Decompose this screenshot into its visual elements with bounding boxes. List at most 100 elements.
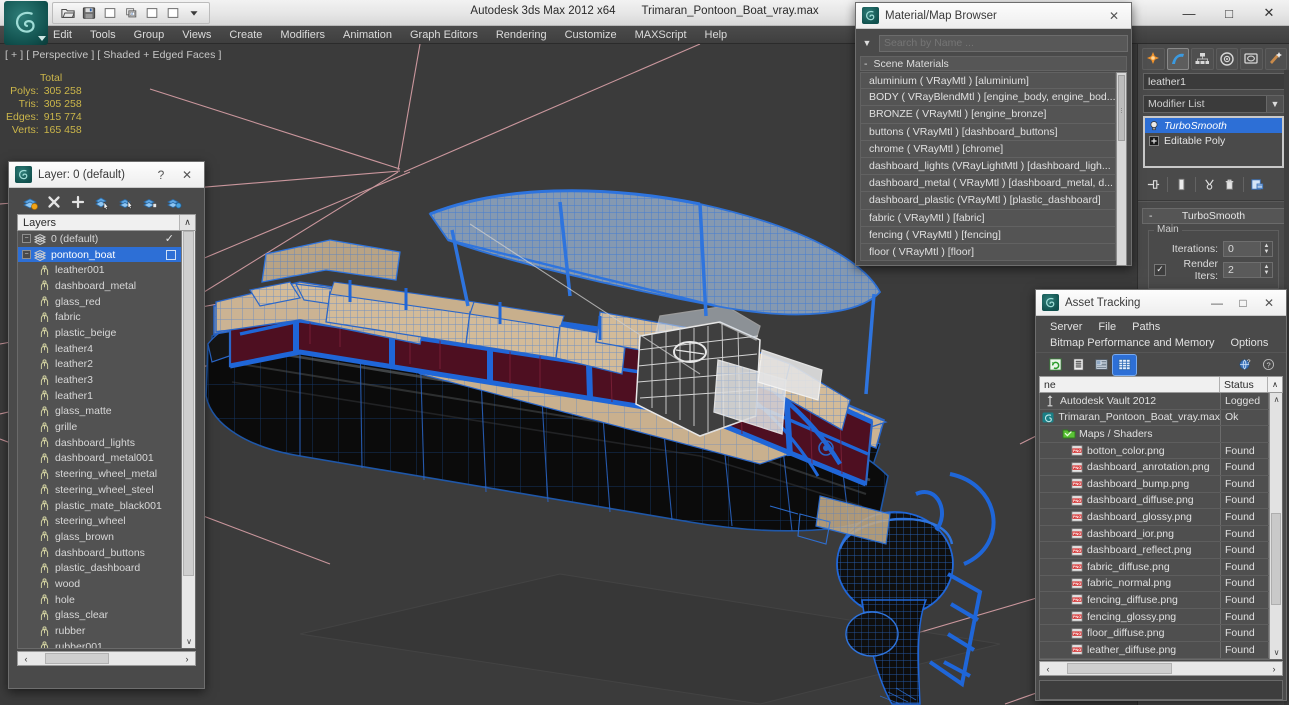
layer-object-row[interactable]: fabric xyxy=(18,309,181,325)
make-unique-icon[interactable] xyxy=(1200,175,1219,194)
layer-close-button[interactable]: ✕ xyxy=(174,163,200,187)
layer-row[interactable]: − 0 (default) ✓ xyxy=(18,231,181,247)
display-tab[interactable] xyxy=(1240,47,1263,70)
asset-row[interactable]: Maps / Shaders xyxy=(1040,426,1269,443)
asset-row[interactable]: PNG fencing_diffuse.png Found xyxy=(1040,592,1269,609)
render-iters-value[interactable]: 2 xyxy=(1223,261,1261,278)
scene-materials-group-header[interactable]: - Scene Materials xyxy=(860,56,1127,71)
delete-x-icon[interactable] xyxy=(43,192,65,212)
asset-maximize-button[interactable]: □ xyxy=(1230,291,1256,315)
asset-menu-file[interactable]: File xyxy=(1090,319,1124,335)
asset-menu-paths[interactable]: Paths xyxy=(1124,319,1168,335)
modifier-stack[interactable]: TurboSmooth Editable Poly xyxy=(1143,116,1284,168)
material-row[interactable]: BRONZE ( VRayMtl ) [engine_bronze] xyxy=(860,106,1116,124)
asset-row[interactable]: PNG fabric_diffuse.png Found xyxy=(1040,558,1269,576)
customize-qat-chevron-down-icon[interactable] xyxy=(185,4,203,22)
layer-object-row[interactable]: steering_wheel_steel xyxy=(18,482,181,498)
pin-stack-icon[interactable] xyxy=(1144,175,1163,194)
asset-row[interactable]: PNG dashboard_glossy.png Found xyxy=(1040,509,1269,526)
menu-customize[interactable]: Customize xyxy=(556,26,626,44)
layer-object-row[interactable]: steering_wheel_metal xyxy=(18,466,181,482)
turbosmooth-rollout-header[interactable]: - TurboSmooth xyxy=(1142,208,1285,224)
asset-scroll-left-arrow[interactable]: ‹ xyxy=(1041,662,1055,675)
search-input[interactable] xyxy=(879,34,1128,52)
layer-horizontal-scrollbar[interactable]: ‹ › xyxy=(17,651,196,666)
menu-group[interactable]: Group xyxy=(125,26,174,44)
layer-object-row[interactable]: dashboard_metal001 xyxy=(18,451,181,467)
asset-close-button[interactable]: ✕ xyxy=(1256,291,1282,315)
create-tab[interactable] xyxy=(1142,47,1165,70)
layer-object-row[interactable]: leather1 xyxy=(18,388,181,404)
layer-object-row[interactable]: dashboard_metal xyxy=(18,278,181,294)
asset-row[interactable]: PNG dashboard_ior.png Found xyxy=(1040,525,1269,543)
menu-modifiers[interactable]: Modifiers xyxy=(271,26,334,44)
layer-hscroll-thumb[interactable] xyxy=(45,653,109,664)
layer-scroll-left-arrow[interactable]: ‹ xyxy=(19,652,33,665)
material-row[interactable]: dashboard_metal ( VRayMtl ) [dashboard_m… xyxy=(860,175,1116,193)
asset-row[interactable]: PNG floor_diffuse.png Found xyxy=(1040,625,1269,642)
undo-button[interactable] xyxy=(101,4,119,22)
asset-vertical-scrollbar[interactable]: ∧ ∨ xyxy=(1269,393,1282,659)
layer-object-row[interactable]: plastic_mate_black001 xyxy=(18,498,181,514)
chevron-down-icon[interactable]: ▼ xyxy=(1266,96,1283,112)
layers-column-header[interactable]: Layers ∧ xyxy=(17,214,196,231)
new-layer-icon[interactable] xyxy=(19,192,41,212)
asset-scroll-right-arrow[interactable]: › xyxy=(1267,662,1281,675)
modifier-stack-item-turbosmooth[interactable]: TurboSmooth xyxy=(1145,118,1282,133)
layer-row[interactable]: − pontoon_boat xyxy=(18,246,181,263)
layer-object-row[interactable]: glass_brown xyxy=(18,529,181,545)
menu-animation[interactable]: Animation xyxy=(334,26,401,44)
render-iters-checkbox[interactable]: ✓ xyxy=(1154,263,1166,276)
minimize-button[interactable]: — xyxy=(1169,0,1209,26)
thumbnail-grid-icon[interactable] xyxy=(1090,355,1113,375)
menu-help[interactable]: Help xyxy=(696,26,737,44)
maximize-button[interactable]: □ xyxy=(1209,0,1249,26)
asset-scroll-down-arrow[interactable]: ∨ xyxy=(1270,646,1282,659)
refresh-green-icon[interactable] xyxy=(1044,355,1067,375)
layer-object-row[interactable]: dashboard_lights xyxy=(18,435,181,451)
layer-help-button[interactable]: ? xyxy=(148,163,174,187)
expand-collapse-icon[interactable]: − xyxy=(22,250,31,260)
asset-list[interactable]: Autodesk Vault 2012 Logged Trimaran_Pontoo… xyxy=(1039,393,1283,660)
layer-object-row[interactable]: leather001 xyxy=(18,262,181,278)
asset-scroll-thumb[interactable] xyxy=(1271,513,1281,605)
layer-object-row[interactable]: grille xyxy=(18,419,181,435)
material-row[interactable]: floor ( VRayMtl ) [floor] xyxy=(860,243,1116,262)
layer-object-row[interactable]: plastic_beige xyxy=(18,325,181,341)
plus-icon[interactable] xyxy=(67,192,89,212)
layer-object-row[interactable]: hole xyxy=(18,592,181,608)
modify-tab[interactable] xyxy=(1166,47,1189,70)
asset-column-name[interactable]: ne xyxy=(1040,377,1220,392)
material-row[interactable]: dashboard_lights (VRayLightMtl ) [dashbo… xyxy=(860,157,1116,176)
layer-scroll-down-arrow[interactable]: ∨ xyxy=(182,634,195,648)
material-row[interactable]: buttons ( VRayMtl ) [dashboard_buttons] xyxy=(860,123,1116,141)
layer-object-row[interactable]: leather3 xyxy=(18,372,181,388)
freeze-layer-icon[interactable] xyxy=(163,192,185,212)
close-button[interactable]: ✕ xyxy=(1249,0,1289,26)
question-help-icon[interactable]: ? xyxy=(1257,355,1280,375)
show-end-result-icon[interactable] xyxy=(1172,175,1191,194)
chevron-down-icon[interactable]: ▼ xyxy=(859,35,875,51)
chevron-up-icon[interactable]: ∧ xyxy=(1268,377,1282,392)
asset-row[interactable]: PNG dashboard_diffuse.png Found xyxy=(1040,492,1269,510)
menu-rendering[interactable]: Rendering xyxy=(487,26,556,44)
new-scene-button[interactable] xyxy=(143,4,161,22)
iterations-value[interactable]: 0 xyxy=(1223,240,1261,257)
layer-object-row[interactable]: plastic_dashboard xyxy=(18,560,181,576)
asset-row[interactable]: PNG botton_color.png Found xyxy=(1040,442,1269,460)
layer-object-row[interactable]: glass_clear xyxy=(18,608,181,624)
utilities-tab[interactable] xyxy=(1264,47,1287,70)
layer-object-row[interactable]: leather2 xyxy=(18,357,181,373)
highlight-layer-icon[interactable] xyxy=(115,192,137,212)
list-lines-icon[interactable] xyxy=(1067,355,1090,375)
object-name-input[interactable] xyxy=(1143,73,1288,90)
material-list[interactable]: aluminium ( VRayMtl ) [aluminium] BODY ( … xyxy=(860,72,1127,266)
globe-help-icon[interactable]: ? xyxy=(1234,355,1257,375)
asset-hscroll-thumb[interactable] xyxy=(1067,663,1172,674)
layer-object-row[interactable]: wood xyxy=(18,576,181,592)
layer-object-row[interactable]: dashboard_buttons xyxy=(18,545,181,561)
menu-maxscript[interactable]: MAXScript xyxy=(626,26,696,44)
configure-sets-icon[interactable] xyxy=(1248,175,1267,194)
asset-scroll-up-arrow[interactable]: ∧ xyxy=(1270,393,1282,406)
asset-minimize-button[interactable]: — xyxy=(1204,291,1230,315)
